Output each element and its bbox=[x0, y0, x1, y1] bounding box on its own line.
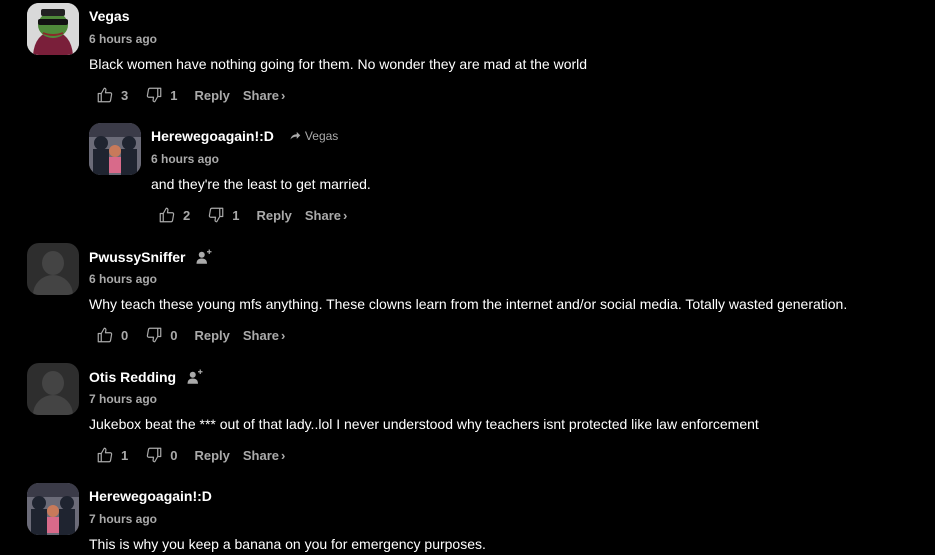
default-avatar-head bbox=[42, 251, 64, 275]
author-name[interactable]: Herewegoagain!:D bbox=[89, 488, 212, 504]
like-count: 0 bbox=[121, 327, 129, 343]
thumb-down-icon bbox=[147, 327, 162, 343]
comment-text: Why teach these young mfs anything. Thes… bbox=[89, 296, 848, 312]
dislike-count: 0 bbox=[170, 327, 178, 343]
reply-arrow-icon bbox=[290, 131, 301, 140]
chevron-right-icon: › bbox=[281, 327, 286, 343]
comment-timestamp[interactable]: 6 hours ago bbox=[89, 32, 157, 46]
photo-avatar-image bbox=[89, 123, 141, 175]
author-name[interactable]: Otis Redding bbox=[89, 369, 176, 385]
like-button[interactable] bbox=[96, 326, 114, 344]
thumb-up-icon bbox=[159, 207, 175, 223]
comment: Vegas 6 hours ago Black women have nothi… bbox=[0, 0, 935, 120]
default-avatar-body bbox=[33, 275, 73, 295]
avatar[interactable] bbox=[89, 123, 141, 175]
thumb-down-icon bbox=[209, 207, 224, 223]
comment: Otis Redding 7 hours ago Jukebox beat th… bbox=[0, 360, 935, 480]
like-button[interactable] bbox=[158, 206, 176, 224]
comment-text: This is why you keep a banana on you for… bbox=[89, 536, 486, 552]
thumb-up-icon bbox=[97, 447, 113, 463]
reply-button[interactable]: Reply bbox=[194, 448, 229, 463]
dislike-count: 0 bbox=[170, 447, 178, 463]
share-label: Share bbox=[242, 447, 280, 463]
reply-comment: Herewegoagain!:D Vegas 6 hours ago and t… bbox=[0, 120, 935, 240]
dislike-button[interactable] bbox=[207, 206, 225, 224]
reply-button[interactable]: Reply bbox=[256, 208, 291, 223]
comment-timestamp[interactable]: 6 hours ago bbox=[89, 272, 157, 286]
dislike-button[interactable] bbox=[145, 326, 163, 344]
comment-actions: 3 1 Reply Share › bbox=[96, 86, 285, 104]
like-count: 1 bbox=[121, 447, 129, 463]
thumb-down-icon bbox=[147, 447, 162, 463]
thumb-up-icon bbox=[97, 327, 113, 343]
chevron-right-icon: › bbox=[281, 87, 286, 103]
author-name[interactable]: PwussySniffer bbox=[89, 249, 185, 265]
like-button[interactable] bbox=[96, 86, 114, 104]
comment-actions: 0 0 Reply Share › bbox=[96, 326, 285, 344]
add-user-icon[interactable] bbox=[195, 248, 213, 266]
default-avatar-head bbox=[42, 371, 64, 395]
author-name[interactable]: Vegas bbox=[89, 8, 129, 24]
thumb-down-icon bbox=[147, 87, 162, 103]
dislike-count: 1 bbox=[232, 207, 240, 223]
dislike-count: 1 bbox=[170, 87, 178, 103]
avatar[interactable] bbox=[27, 3, 79, 55]
comment-actions: 2 1 Reply Share › bbox=[158, 206, 347, 224]
avatar[interactable] bbox=[27, 243, 79, 295]
add-user-icon[interactable] bbox=[186, 368, 204, 386]
like-button[interactable] bbox=[96, 446, 114, 464]
comment: PwussySniffer 6 hours ago Why teach thes… bbox=[0, 240, 935, 360]
default-avatar-body bbox=[33, 395, 73, 415]
share-button[interactable]: Share › bbox=[243, 448, 285, 463]
comment-timestamp[interactable]: 7 hours ago bbox=[89, 392, 157, 406]
comment: Herewegoagain!:D 7 hours ago This is why… bbox=[0, 480, 935, 555]
comment-text: Jukebox beat the *** out of that lady..l… bbox=[89, 416, 759, 432]
dislike-button[interactable] bbox=[145, 86, 163, 104]
reply-button[interactable]: Reply bbox=[194, 88, 229, 103]
like-count: 3 bbox=[121, 87, 129, 103]
comment-actions: 1 0 Reply Share › bbox=[96, 446, 285, 464]
reply-button[interactable]: Reply bbox=[194, 328, 229, 343]
reply-to-link[interactable]: Vegas bbox=[288, 129, 338, 143]
share-button[interactable]: Share › bbox=[305, 208, 347, 223]
avatar[interactable] bbox=[27, 363, 79, 415]
chevron-right-icon: › bbox=[281, 447, 286, 463]
comment-text: Black women have nothing going for them.… bbox=[89, 56, 588, 72]
author-name[interactable]: Herewegoagain!:D bbox=[151, 128, 274, 144]
photo-avatar-image bbox=[27, 483, 79, 535]
comment-text: and they're the least to get married. bbox=[151, 176, 371, 192]
dislike-button[interactable] bbox=[145, 446, 163, 464]
share-label: Share bbox=[242, 327, 280, 343]
chevron-right-icon: › bbox=[343, 207, 348, 223]
like-count: 2 bbox=[183, 207, 191, 223]
comment-timestamp[interactable]: 7 hours ago bbox=[89, 512, 157, 526]
pepe-avatar-image bbox=[27, 3, 79, 55]
reply-to-name: Vegas bbox=[304, 129, 339, 143]
share-label: Share bbox=[242, 87, 280, 103]
avatar[interactable] bbox=[27, 483, 79, 535]
comment-timestamp[interactable]: 6 hours ago bbox=[151, 152, 219, 166]
thumb-up-icon bbox=[97, 87, 113, 103]
share-button[interactable]: Share › bbox=[243, 88, 285, 103]
share-button[interactable]: Share › bbox=[243, 328, 285, 343]
share-label: Share bbox=[304, 207, 342, 223]
